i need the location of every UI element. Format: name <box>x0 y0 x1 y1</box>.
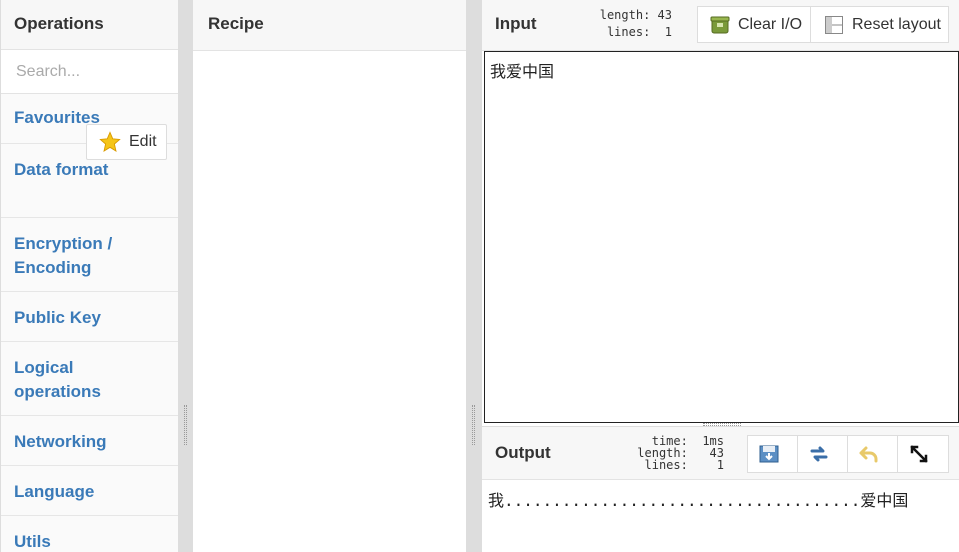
input-info: length: 43 lines: 1 <box>582 7 672 41</box>
input-title: Input <box>495 14 537 33</box>
category-label: Public Key <box>14 308 101 327</box>
switch-io-button[interactable] <box>798 436 848 472</box>
output-header: Output time: 1ms length: 43 lines: 1 <box>482 426 959 480</box>
operations-header: Operations <box>1 0 178 50</box>
category-label: Encryption / Encoding <box>14 234 113 277</box>
recipe-pane: Recipe <box>193 0 466 552</box>
category-favourites[interactable]: Favourites Edit <box>1 94 178 160</box>
category-label: Language <box>14 482 95 501</box>
input-text[interactable]: 我爱中国 <box>485 52 958 88</box>
gutter-grip[interactable] <box>472 405 475 445</box>
clear-io-icon <box>710 16 730 33</box>
category-public-key[interactable]: Public Key <box>1 292 178 342</box>
maximize-icon <box>910 445 928 463</box>
category-label: Utils <box>14 532 51 551</box>
recipe-header: Recipe <box>193 0 466 51</box>
category-language[interactable]: Language <box>1 466 178 516</box>
length-label: length: <box>599 8 651 22</box>
output-text[interactable]: 我.....................................爱中… <box>482 480 959 518</box>
output-title: Output <box>495 443 551 462</box>
length-value: 43 <box>657 8 672 22</box>
lines-value: 1 <box>664 25 672 39</box>
category-logical-operations[interactable]: Logical operations <box>1 342 178 416</box>
lines-value: 1 <box>716 458 724 472</box>
category-data-format[interactable]: Data format <box>1 144 178 218</box>
save-output-icon <box>759 445 778 463</box>
maximize-button[interactable] <box>898 436 948 472</box>
clear-io-label: Clear I/O <box>738 15 803 33</box>
input-textarea[interactable]: 我爱中国 <box>484 51 959 423</box>
category-encryption-encoding[interactable]: Encryption / Encoding <box>1 218 178 292</box>
undo-button[interactable] <box>848 436 898 472</box>
undo-icon <box>859 446 877 463</box>
reset-layout-label: Reset layout <box>852 15 941 33</box>
operations-title: Operations <box>14 14 104 33</box>
recipe-io-gutter[interactable] <box>466 0 482 552</box>
search-box <box>1 50 178 94</box>
operations-pane: Operations Favourites Edit Data format E… <box>0 0 178 552</box>
lines-label: lines: <box>606 25 651 39</box>
output-info: time: 1ms length: 43 lines: 1 <box>612 435 724 471</box>
recipe-title: Recipe <box>208 14 264 33</box>
category-label: Networking <box>14 432 107 451</box>
ops-recipe-gutter[interactable] <box>178 0 193 552</box>
reset-layout-icon <box>825 15 843 34</box>
search-input[interactable] <box>1 50 178 93</box>
io-pane: Input length: 43 lines: 1 Clear I/O Reset… <box>482 0 959 552</box>
gutter-grip[interactable] <box>184 405 187 445</box>
output-textarea[interactable]: 我.....................................爱中… <box>482 480 959 552</box>
lines-label: lines: <box>644 458 688 472</box>
input-header: Input length: 43 lines: 1 Clear I/O Reset… <box>482 0 959 51</box>
category-label: Logical operations <box>14 358 101 401</box>
category-utils[interactable]: Utils <box>1 516 178 552</box>
category-label: Data format <box>14 160 109 179</box>
output-toolbar <box>747 435 949 473</box>
save-output-button[interactable] <box>748 436 798 472</box>
clear-io-button[interactable]: Clear I/O <box>698 7 811 42</box>
switch-io-icon <box>810 446 827 462</box>
input-toolbar: Clear I/O Reset layout <box>697 6 949 43</box>
reset-layout-button[interactable]: Reset layout <box>811 7 948 42</box>
category-networking[interactable]: Networking <box>1 416 178 466</box>
